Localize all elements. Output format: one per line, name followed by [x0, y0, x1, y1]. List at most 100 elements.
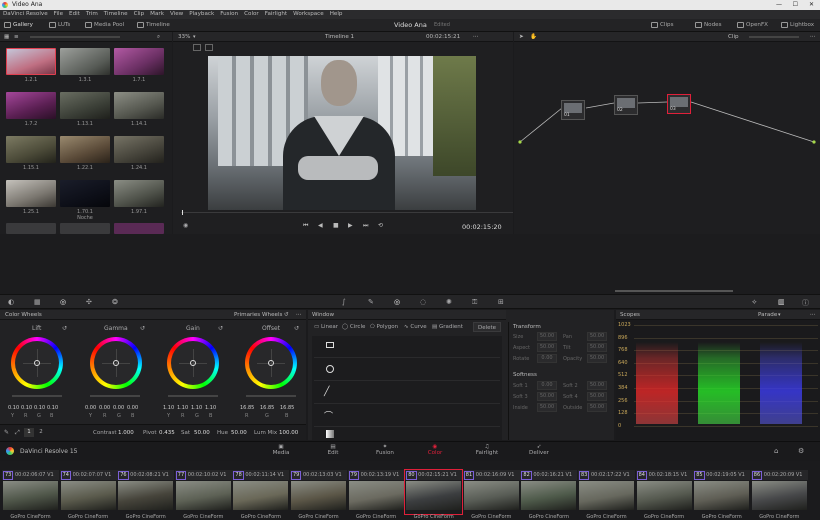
gain-b[interactable]: 1.10	[205, 405, 216, 411]
viewer-options-icon[interactable]: ⋯	[473, 32, 479, 42]
still-thumb-14[interactable]	[60, 223, 110, 234]
gradient-button[interactable]: ▤ Gradient	[432, 324, 463, 330]
menu-workspace[interactable]: Workspace	[293, 11, 324, 17]
page-edit[interactable]: ▤ Edit	[318, 444, 348, 456]
timeline-name[interactable]: Timeline 1	[325, 32, 354, 42]
soft4-field[interactable]: 50.00	[587, 392, 607, 401]
zoom-level[interactable]: 33%	[178, 32, 190, 42]
node-01[interactable]: 01	[561, 100, 585, 120]
grid-view-icon[interactable]: ▦	[4, 32, 9, 42]
page-media[interactable]: ▣ Media	[266, 444, 296, 456]
page-fairlight[interactable]: ♫ Fairlight	[472, 444, 502, 456]
page-fusion[interactable]: ✦ Fusion	[370, 444, 400, 456]
curve-button[interactable]: ∿ Curve	[404, 324, 427, 330]
gain-r[interactable]: 1.10	[177, 405, 188, 411]
page-color[interactable]: ◉ Color	[420, 444, 450, 456]
scope-mode-dropdown[interactable]: Parade	[758, 310, 777, 320]
pan-field[interactable]: 50.00	[587, 332, 607, 341]
luts-button[interactable]: LUTs	[48, 21, 70, 30]
rotate-field[interactable]: 0.00	[537, 354, 557, 363]
viewer-mode-icon[interactable]: ◉	[183, 222, 188, 229]
scrubber[interactable]	[181, 212, 513, 213]
gain-y[interactable]: 1.10	[163, 405, 174, 411]
blur-icon[interactable]: ✺	[446, 298, 452, 306]
timeline-clip[interactable]: 74 00:02:07:07 V1 GoPro CineForm	[59, 470, 117, 520]
gain-master-wheel[interactable]	[168, 395, 218, 397]
link-icon[interactable]: ⤢	[15, 429, 20, 437]
gallery-button[interactable]: Gallery	[3, 21, 33, 30]
timeline-button[interactable]: Timeline	[136, 21, 170, 30]
wheels-mode-dropdown[interactable]: Primaries Wheels	[234, 310, 282, 320]
menu-edit[interactable]: Edit	[69, 11, 80, 17]
still-thumb-10[interactable]	[6, 180, 56, 207]
menu-fairlight[interactable]: Fairlight	[265, 11, 287, 17]
lum-mix-value[interactable]: 100.00	[279, 430, 298, 436]
go-to-start-icon[interactable]: ⏮	[303, 222, 308, 230]
still-thumb-13[interactable]	[6, 223, 56, 234]
still-thumb-7[interactable]	[6, 136, 56, 163]
page-1-button[interactable]: 1	[24, 428, 34, 437]
menu-mark[interactable]: Mark	[150, 11, 164, 17]
play-icon[interactable]: ▶	[348, 222, 353, 229]
menu-file[interactable]: File	[54, 11, 63, 17]
gain-g[interactable]: 1.10	[191, 405, 202, 411]
gamma-y[interactable]: 0.00	[85, 405, 96, 411]
still-thumb-2[interactable]	[60, 48, 110, 75]
clips-button[interactable]: Clips	[650, 21, 673, 30]
offset-wheel[interactable]	[245, 337, 297, 389]
circle-button[interactable]: ◯ Circle	[342, 324, 365, 330]
timeline-scrollbar[interactable]	[615, 290, 733, 292]
lift-b[interactable]: 0.10	[47, 405, 58, 411]
reset-icon[interactable]: ↺	[284, 310, 289, 320]
still-thumb-5[interactable]	[60, 92, 110, 119]
offset-g[interactable]: 16.85	[260, 405, 274, 411]
reset-gain-icon[interactable]: ↺	[218, 325, 223, 332]
color-wheels-tab-icon[interactable]: ◎	[60, 298, 66, 306]
opacity-field[interactable]: 50.00	[587, 354, 607, 363]
still-thumb-9[interactable]	[114, 136, 164, 163]
window-row-curve[interactable]: ⌒	[314, 405, 500, 427]
menu-help[interactable]: Help	[330, 11, 343, 17]
gamma-g[interactable]: 0.00	[113, 405, 124, 411]
gain-wheel[interactable]	[167, 337, 219, 389]
nodes-button[interactable]: Nodes	[694, 21, 722, 30]
menu-davinci[interactable]: DaVinci Resolve	[3, 11, 48, 17]
window-row-polygon[interactable]: ╱	[314, 382, 500, 404]
gamma-wheel[interactable]	[90, 337, 142, 389]
aspect-field[interactable]: 50.00	[537, 343, 557, 352]
still-thumb-15[interactable]	[114, 223, 164, 234]
outside-field[interactable]: 50.00	[587, 403, 607, 412]
soft2-field[interactable]: 50.00	[587, 381, 607, 390]
timeline-clip[interactable]: 73 00:02:06:07 V1 GoPro CineForm	[2, 470, 59, 520]
settings-icon[interactable]: ⚙	[798, 447, 804, 455]
split-screen-icon[interactable]	[193, 44, 201, 51]
lift-r[interactable]: 0.10	[21, 405, 32, 411]
reverse-play-icon[interactable]: ◀	[318, 222, 323, 229]
still-thumb-12[interactable]	[114, 180, 164, 207]
menu-trim[interactable]: Trim	[86, 11, 98, 17]
rgb-mixer-icon[interactable]: ✣	[86, 298, 92, 306]
maximize-icon[interactable]: ☐	[793, 0, 798, 10]
scope-options-icon[interactable]: ⋯	[810, 310, 816, 320]
tilt-field[interactable]: 50.00	[587, 343, 607, 352]
loop-icon[interactable]: ⟲	[378, 222, 383, 229]
timeline-clip[interactable]: 84 00:02:18:15 V1 GoPro CineForm	[635, 470, 693, 520]
still-thumb-6[interactable]	[114, 92, 164, 119]
keyframes-icon[interactable]: ⟡	[752, 298, 757, 307]
still-thumb-4[interactable]	[6, 92, 56, 119]
window-row-gradient[interactable]	[314, 428, 500, 440]
list-view-icon[interactable]: ≡	[14, 32, 19, 42]
offset-b[interactable]: 16.85	[280, 405, 294, 411]
lift-g[interactable]: 0.10	[34, 405, 45, 411]
timeline-clip[interactable]: 79 00:02:13:03 V1 GoPro CineForm	[290, 470, 347, 520]
polygon-button[interactable]: ⬠ Polygon	[370, 324, 398, 330]
node-03[interactable]: 03	[667, 94, 691, 114]
timeline-clip[interactable]: 77 00:02:10:02 V1 GoPro CineForm	[174, 470, 232, 520]
menu-fusion[interactable]: Fusion	[220, 11, 238, 17]
timeline-clip[interactable]: 78 00:02:11:14 V1 GoPro CineForm	[232, 470, 290, 520]
menu-color[interactable]: Color	[244, 11, 259, 17]
timeline-clip[interactable]: 80 00:02:15:21 V1 GoPro CineForm	[404, 469, 464, 520]
close-icon[interactable]: ✕	[809, 0, 814, 10]
color-match-icon[interactable]: ▦	[34, 298, 41, 306]
gamma-master-wheel[interactable]	[90, 395, 140, 397]
